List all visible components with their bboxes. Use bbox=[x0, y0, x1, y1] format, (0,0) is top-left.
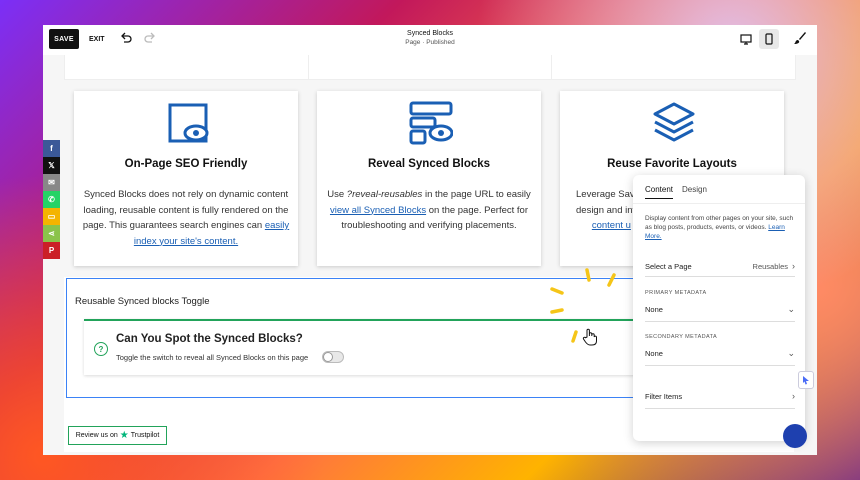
share-icon[interactable]: ⋖ bbox=[43, 225, 60, 242]
editor-toolbar: SAVE EXIT Synced Blocks Page · Published bbox=[43, 25, 817, 56]
previous-section bbox=[64, 55, 796, 80]
desktop-view-button[interactable] bbox=[736, 29, 756, 49]
toggle-card-title: Can You Spot the Synced Blocks? bbox=[116, 333, 303, 345]
column-divider bbox=[551, 55, 552, 79]
card-text: Synced Blocks does not rely on dynamic c… bbox=[82, 189, 290, 247]
pointer-icon bbox=[803, 376, 809, 385]
trustpilot-badge[interactable]: Review us on ★ Trustpilot bbox=[68, 426, 167, 445]
hand-cursor-icon bbox=[582, 328, 597, 346]
sms-icon[interactable]: ▭ bbox=[43, 208, 60, 225]
save-button[interactable]: SAVE bbox=[49, 29, 79, 49]
card-link[interactable]: view all Synced Blocks bbox=[330, 205, 426, 216]
star-icon: ★ bbox=[119, 430, 129, 441]
page-title: Synced Blocks bbox=[407, 30, 453, 37]
column-divider bbox=[308, 55, 309, 79]
divider bbox=[645, 408, 795, 409]
help-bubble[interactable] bbox=[783, 424, 807, 448]
device-toggle bbox=[736, 29, 782, 50]
card-title: Reuse Favorite Layouts bbox=[607, 158, 737, 170]
secondary-metadata-select[interactable]: None ⌄ bbox=[645, 345, 795, 361]
switch-knob bbox=[323, 352, 333, 362]
divider bbox=[645, 321, 795, 322]
pinterest-icon[interactable]: P bbox=[43, 242, 60, 259]
chevron-right-icon: › bbox=[792, 391, 795, 401]
email-icon[interactable]: ✉ bbox=[43, 174, 60, 191]
select-page-row[interactable]: Select a Page Reusables › bbox=[645, 258, 795, 274]
mobile-view-button[interactable] bbox=[759, 29, 779, 49]
reveal-layout-eye-icon bbox=[409, 101, 453, 145]
toggle-card-desc: Toggle the switch to reveal all Synced B… bbox=[116, 353, 309, 362]
card-title: Reveal Synced Blocks bbox=[367, 158, 491, 170]
filter-items-label: Filter Items bbox=[645, 391, 683, 401]
panel-description: Display content from other pages on your… bbox=[645, 215, 794, 240]
mobile-icon bbox=[765, 33, 773, 45]
x-icon[interactable]: 𝕏 bbox=[43, 157, 60, 174]
card-title: On-Page SEO Friendly bbox=[124, 158, 248, 170]
social-share-bar: f 𝕏 ✉ ✆ ▭ ⋖ P bbox=[43, 140, 60, 259]
card-link[interactable]: content u bbox=[592, 220, 631, 231]
chevron-down-icon: ⌄ bbox=[787, 303, 795, 314]
tab-divider bbox=[633, 203, 805, 204]
feature-card-reveal: Reveal Synced Blocks Use ?reveal-reusabl… bbox=[317, 91, 541, 266]
secondary-metadata-value: None bbox=[645, 348, 663, 358]
divider bbox=[645, 365, 795, 366]
block-settings-panel: Content Design Display content from othe… bbox=[633, 175, 805, 441]
redo-icon[interactable] bbox=[143, 31, 157, 45]
chevron-right-icon: › bbox=[792, 261, 795, 271]
select-page-label: Select a Page bbox=[645, 261, 692, 271]
filter-items-row[interactable]: Filter Items › bbox=[645, 388, 795, 404]
layers-icon bbox=[653, 102, 695, 142]
trustpilot-prefix: Review us on bbox=[75, 432, 118, 439]
reveal-switch[interactable] bbox=[322, 351, 344, 363]
page-status: Page · Published bbox=[405, 39, 455, 46]
chevron-down-icon: ⌄ bbox=[787, 347, 795, 358]
cursor-extension-icon[interactable] bbox=[798, 371, 814, 389]
question-icon: ? bbox=[94, 342, 108, 356]
feature-card-seo: On-Page SEO Friendly Synced Blocks does … bbox=[74, 91, 298, 266]
divider bbox=[645, 276, 795, 277]
seo-eye-icon bbox=[168, 103, 209, 143]
select-page-value: Reusables bbox=[752, 261, 788, 271]
primary-metadata-value: None bbox=[645, 304, 663, 314]
facebook-icon[interactable]: f bbox=[43, 140, 60, 157]
secondary-metadata-label: SECONDARY METADATA bbox=[645, 334, 718, 340]
card-text: Use ?reveal-reusables in the page URL to… bbox=[327, 189, 531, 231]
tab-design[interactable]: Design bbox=[682, 185, 707, 194]
whatsapp-icon[interactable]: ✆ bbox=[43, 191, 60, 208]
undo-icon[interactable] bbox=[119, 31, 133, 45]
tab-content[interactable]: Content bbox=[645, 185, 674, 199]
primary-metadata-label: PRIMARY METADATA bbox=[645, 290, 707, 296]
section-title: Reusable Synced blocks Toggle bbox=[75, 296, 210, 307]
design-brush-icon[interactable] bbox=[793, 31, 807, 45]
primary-metadata-select[interactable]: None ⌄ bbox=[645, 301, 795, 317]
trustpilot-brand: Trustpilot bbox=[130, 432, 160, 439]
exit-button[interactable]: EXIT bbox=[89, 29, 105, 49]
desktop-icon bbox=[740, 33, 752, 45]
